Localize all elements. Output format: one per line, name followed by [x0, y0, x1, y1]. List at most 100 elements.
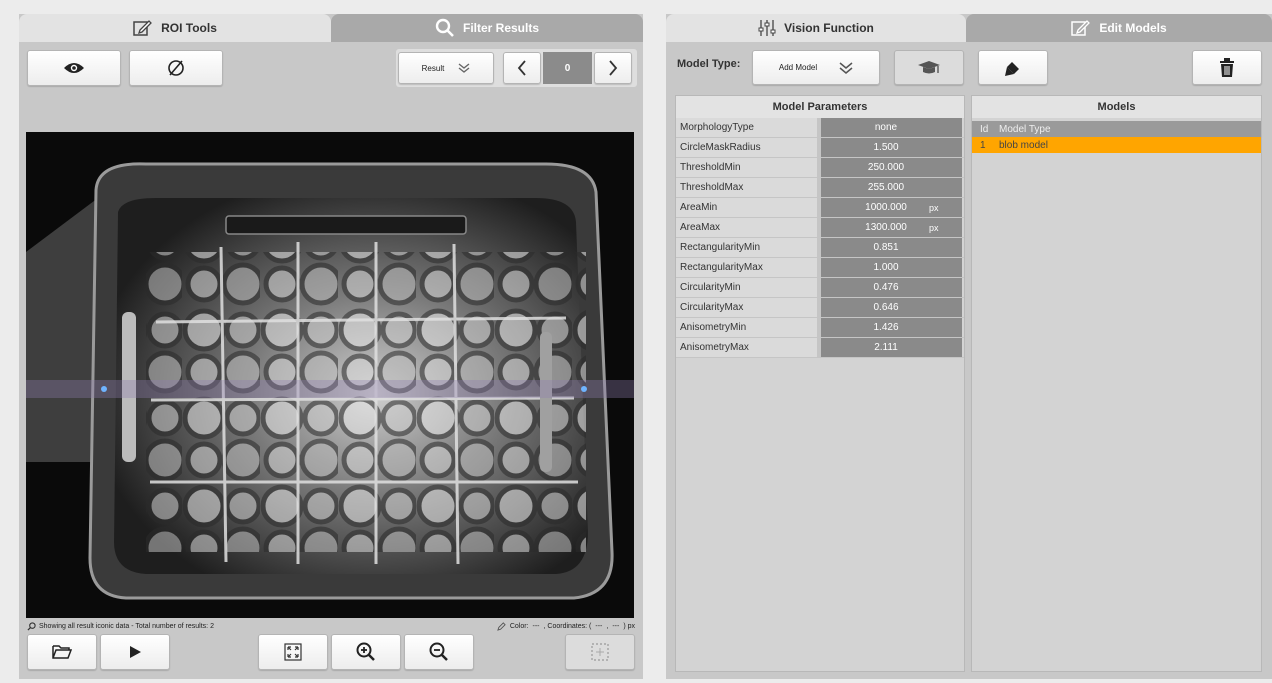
- model-type-label: Model Type:: [677, 58, 741, 70]
- pencil-icon: [497, 621, 506, 631]
- parameter-row[interactable]: AreaMin 1000.000 px: [676, 198, 964, 218]
- train-model-button[interactable]: [894, 50, 964, 85]
- fit-image-button[interactable]: [258, 634, 328, 670]
- eye-off-icon: [168, 60, 184, 76]
- parameter-row[interactable]: MorphologyType none: [676, 118, 964, 138]
- tab-filter-results[interactable]: Filter Results: [331, 14, 643, 42]
- selection-button[interactable]: [565, 634, 635, 670]
- chevron-double-down-icon: [839, 61, 853, 74]
- model-type-select-label: Add Model: [778, 63, 818, 72]
- parameter-name: AreaMin: [676, 198, 821, 217]
- parameter-unit: px: [925, 218, 962, 237]
- status-message: Showing all result iconic data - Total n…: [39, 622, 214, 630]
- parameter-value[interactable]: none: [821, 118, 925, 137]
- model-type-select[interactable]: Add Model: [752, 50, 880, 85]
- left-panel: ROI Tools Filter Results Result 0 Showin…: [19, 14, 643, 679]
- parameter-unit: [925, 298, 962, 317]
- parameter-row[interactable]: CircularityMin 0.476: [676, 278, 964, 298]
- models-title: Models: [972, 96, 1261, 118]
- tab-roi-tools[interactable]: ROI Tools: [19, 14, 331, 42]
- result-select[interactable]: Result: [398, 52, 494, 84]
- models-panel: Models Id Model Type 1 blob model: [971, 95, 1262, 672]
- parameters-table: MorphologyType none CircleMaskRadius 1.500 T…: [676, 118, 964, 358]
- parameter-row[interactable]: ThresholdMin 250.000: [676, 158, 964, 178]
- edit-icon: [1071, 20, 1091, 36]
- parameter-value[interactable]: 1.000: [821, 258, 925, 277]
- crate-image: [26, 132, 634, 618]
- play-icon: [130, 646, 141, 658]
- parameter-unit: [925, 238, 962, 257]
- parameter-name: AnisometryMin: [676, 318, 821, 337]
- coordinate-y: ---: [612, 622, 620, 630]
- tab-label: Vision Function: [784, 21, 874, 35]
- parameter-row[interactable]: ThresholdMax 255.000: [676, 178, 964, 198]
- search-icon: [435, 18, 454, 37]
- parameter-name: AreaMax: [676, 218, 821, 237]
- parameter-row[interactable]: AnisometryMin 1.426: [676, 318, 964, 338]
- parameter-unit: px: [925, 198, 962, 217]
- parameter-value[interactable]: 2.111: [821, 338, 925, 357]
- parameter-name: CircleMaskRadius: [676, 138, 821, 157]
- parameter-value[interactable]: 1.500: [821, 138, 925, 157]
- result-select-label: Result: [421, 63, 445, 73]
- tab-label: ROI Tools: [161, 21, 217, 35]
- parameter-unit: [925, 278, 962, 297]
- status-bar: Showing all result iconic data - Total n…: [27, 620, 635, 632]
- parameter-row[interactable]: RectangularityMax 1.000: [676, 258, 964, 278]
- chevron-double-down-icon: [458, 63, 470, 73]
- parameter-value[interactable]: 255.000: [821, 178, 925, 197]
- zoom-out-button[interactable]: [404, 634, 474, 670]
- tab-label: Edit Models: [1099, 21, 1167, 35]
- parameter-value[interactable]: 1000.000: [821, 198, 925, 217]
- model-id: 1: [980, 139, 986, 151]
- model-type-cell: blob model: [999, 139, 1048, 151]
- parameter-row[interactable]: CircularityMax 0.646: [676, 298, 964, 318]
- parameter-value[interactable]: 250.000: [821, 158, 925, 177]
- parameter-value[interactable]: 0.851: [821, 238, 925, 257]
- show-button[interactable]: [27, 50, 121, 86]
- model-parameters-panel: Model Parameters MorphologyType none Circl…: [675, 95, 965, 672]
- tab-edit-models[interactable]: Edit Models: [966, 14, 1272, 42]
- zoom-in-button[interactable]: [331, 634, 401, 670]
- parameter-row[interactable]: AnisometryMax 2.111: [676, 338, 964, 358]
- parameter-unit: [925, 258, 962, 277]
- trash-icon: [1220, 57, 1234, 77]
- parameter-unit: [925, 338, 962, 357]
- parameter-row[interactable]: RectangularityMin 0.851: [676, 238, 964, 258]
- edit-icon: [133, 20, 153, 36]
- tab-label: Filter Results: [462, 21, 540, 35]
- folder-open-icon: [52, 645, 72, 659]
- brush-icon: [1005, 61, 1019, 76]
- color-value: ---: [532, 622, 540, 630]
- model-parameters-title: Model Parameters: [676, 96, 964, 118]
- parameter-unit: [925, 178, 962, 197]
- run-button[interactable]: [100, 634, 170, 670]
- parameter-value[interactable]: 0.476: [821, 278, 925, 297]
- coordinate-x: ---: [595, 622, 603, 630]
- right-panel: Vision Function Edit Models Model Type: …: [666, 14, 1272, 679]
- image-viewport[interactable]: [26, 132, 634, 618]
- delete-model-button[interactable]: [1192, 50, 1262, 85]
- zoom-out-icon: [429, 642, 448, 661]
- hide-button[interactable]: [129, 50, 223, 86]
- selection-icon: [591, 643, 609, 661]
- edit-model-button[interactable]: [978, 50, 1048, 85]
- previous-result-button[interactable]: [503, 52, 541, 84]
- parameter-name: RectangularityMax: [676, 258, 821, 277]
- parameter-row[interactable]: CircleMaskRadius 1.500: [676, 138, 964, 158]
- parameter-value[interactable]: 0.646: [821, 298, 925, 317]
- coordinates-label: , Coordinates: (: [543, 622, 592, 630]
- parameter-value[interactable]: 1.426: [821, 318, 925, 337]
- graduation-cap-icon: [918, 60, 940, 73]
- chevron-left-icon: [517, 60, 526, 76]
- open-image-button[interactable]: [27, 634, 97, 670]
- parameter-name: ThresholdMax: [676, 178, 821, 197]
- search-icon: [27, 621, 36, 631]
- parameter-value[interactable]: 1300.000: [821, 218, 925, 237]
- table-row[interactable]: 1 blob model: [972, 137, 1261, 153]
- zoom-in-icon: [356, 642, 375, 661]
- tab-vision-function[interactable]: Vision Function: [666, 14, 966, 42]
- parameter-row[interactable]: AreaMax 1300.000 px: [676, 218, 964, 238]
- next-result-button[interactable]: [594, 52, 632, 84]
- parameter-unit: [925, 158, 962, 177]
